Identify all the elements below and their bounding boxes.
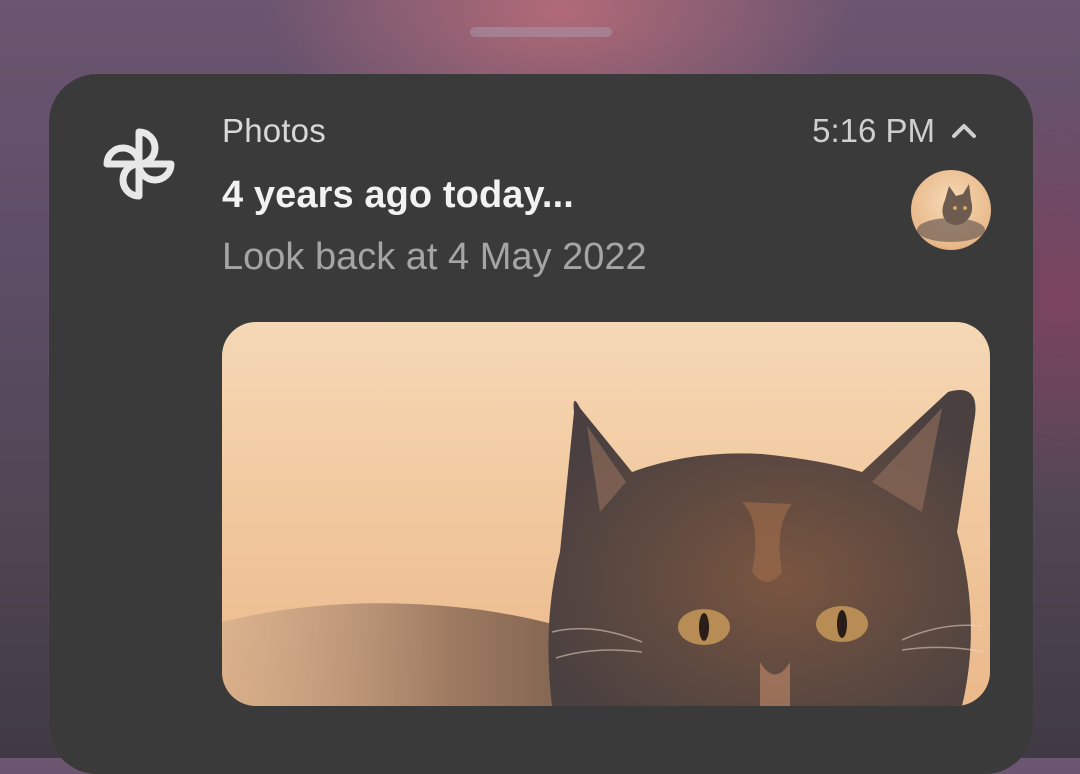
notification-card[interactable]: Photos 5:16 PM 4 years ago today... Look… xyxy=(49,74,1033,774)
app-name: Photos xyxy=(222,112,326,149)
chevron-up-icon[interactable] xyxy=(949,116,979,146)
photo-thumbnail xyxy=(911,170,991,250)
notification-text: Look back at 4 May 2022 xyxy=(222,236,647,278)
pinwheel-icon xyxy=(93,118,185,210)
header-meta: 5:16 PM xyxy=(812,112,979,150)
expanded-photo[interactable] xyxy=(222,322,990,706)
notification-title: 4 years ago today... xyxy=(222,174,574,216)
notification-time: 5:16 PM xyxy=(812,112,935,149)
drag-handle[interactable] xyxy=(470,27,612,37)
